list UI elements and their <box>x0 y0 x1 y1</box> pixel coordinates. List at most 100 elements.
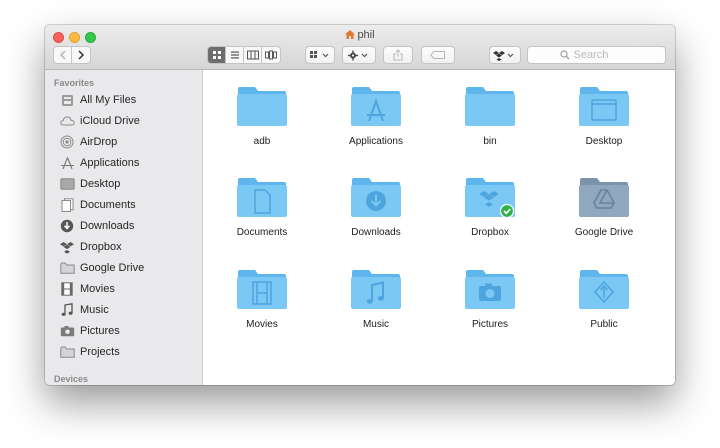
pictures-folder-icon <box>465 270 515 309</box>
file-name: Desktop <box>585 136 623 147</box>
all-files-icon <box>59 93 75 107</box>
sidebar-item-airdrop[interactable]: AirDrop <box>59 132 199 152</box>
sidebar-item-desktop[interactable]: Desktop <box>59 174 199 194</box>
sidebar-item-movies[interactable]: Movies <box>59 279 199 299</box>
sidebar-item-projects[interactable]: Projects <box>59 342 199 362</box>
dropbox-icon <box>59 240 75 254</box>
file-item[interactable]: Downloads <box>326 161 426 243</box>
cover-flow-view-button[interactable] <box>262 47 280 63</box>
dropbox-folder-icon <box>465 178 515 218</box>
pictures-icon <box>59 324 75 338</box>
cloud-icon <box>59 114 75 128</box>
sidebar-item-downloads[interactable]: Downloads <box>59 216 199 236</box>
file-item[interactable]: Desktop <box>554 70 654 152</box>
sidebar-section-devices: Devices <box>54 374 89 384</box>
dropbox-toolbar-button[interactable] <box>489 46 521 64</box>
applications-folder-icon <box>351 87 401 126</box>
file-name: bin <box>483 136 497 147</box>
search-field[interactable] <box>527 46 666 64</box>
folder-icon <box>465 87 515 126</box>
window-title: phil <box>45 29 675 41</box>
share-button[interactable] <box>383 46 413 64</box>
file-item[interactable]: Documents <box>212 161 312 243</box>
file-name: Public <box>590 319 618 330</box>
sidebar-item-label: Dropbox <box>80 241 122 253</box>
action-menu-button[interactable] <box>342 46 376 64</box>
gear-icon <box>348 50 368 60</box>
sidebar-item-label: iCloud Drive <box>80 115 140 127</box>
file-name: Documents <box>236 227 288 238</box>
google-drive-folder-icon <box>579 178 629 217</box>
edit-tags-button[interactable] <box>421 46 455 64</box>
tag-icon <box>430 51 445 59</box>
sidebar-item-applications[interactable]: Applications <box>59 153 199 173</box>
file-item[interactable]: Dropbox <box>440 161 540 243</box>
sidebar: Favorites All My Files iCloud Drive AirD… <box>45 70 203 385</box>
applications-icon <box>59 156 75 170</box>
finder-window: phil Search Favorites All My Files iClou… <box>45 25 675 385</box>
file-name: Google Drive <box>574 227 634 238</box>
file-name: Movies <box>246 319 278 330</box>
sidebar-item-label: Applications <box>80 157 140 169</box>
folder-icon <box>237 87 287 126</box>
documents-icon <box>59 198 75 212</box>
file-item[interactable]: Public <box>554 253 654 335</box>
sidebar-item-documents[interactable]: Documents <box>59 195 199 215</box>
back-button[interactable] <box>54 47 72 63</box>
list-view-button[interactable] <box>226 47 244 63</box>
downloads-folder-icon <box>351 178 401 217</box>
navigation-buttons <box>53 46 91 64</box>
search-icon <box>559 50 569 60</box>
window-title-text: phil <box>357 29 375 41</box>
column-view-icon <box>246 50 259 60</box>
chevron-right-icon <box>78 50 85 60</box>
list-view-icon <box>230 51 239 59</box>
movies-folder-icon <box>237 270 287 309</box>
sidebar-item-pictures[interactable]: Pictures <box>59 321 199 341</box>
file-name: Pictures <box>471 319 509 330</box>
icon-view-icon <box>212 51 221 59</box>
public-folder-icon <box>579 270 629 309</box>
sidebar-item-google-drive[interactable]: Google Drive <box>59 258 199 278</box>
sidebar-item-label: Desktop <box>80 178 121 190</box>
sidebar-item-icloud-drive[interactable]: iCloud Drive <box>59 111 199 131</box>
file-name: Downloads <box>351 227 401 238</box>
toolbar: phil <box>45 25 675 70</box>
sidebar-item-all-my-files[interactable]: All My Files <box>59 90 199 110</box>
sidebar-item-label: Google Drive <box>80 262 145 274</box>
sidebar-item-music[interactable]: Music <box>59 300 199 320</box>
desktop-folder-icon <box>579 87 629 126</box>
file-item[interactable]: Applications <box>326 70 426 152</box>
sidebar-item-label: Music <box>80 304 109 316</box>
file-item[interactable]: Movies <box>212 253 312 335</box>
arrange-button[interactable] <box>305 46 335 64</box>
sidebar-item-label: Downloads <box>80 220 135 232</box>
file-name: Applications <box>349 136 403 147</box>
folder-icon <box>59 345 75 359</box>
sidebar-item-label: Documents <box>80 199 136 211</box>
file-browser: adb Applications bin Desktop Documents D… <box>204 70 675 385</box>
music-folder-icon <box>351 270 401 309</box>
sidebar-item-label: Movies <box>80 283 115 295</box>
share-icon <box>393 49 403 61</box>
file-item[interactable]: adb <box>212 70 312 152</box>
sidebar-item-label: Projects <box>80 346 120 358</box>
documents-folder-icon <box>237 178 287 217</box>
file-item[interactable]: bin <box>440 70 540 152</box>
icon-view-button[interactable] <box>208 47 226 63</box>
movies-icon <box>59 282 75 296</box>
sidebar-item-label: Pictures <box>80 325 120 337</box>
sidebar-item-dropbox[interactable]: Dropbox <box>59 237 199 257</box>
cover-flow-icon <box>265 50 277 60</box>
file-name: adb <box>253 136 271 147</box>
file-item[interactable]: Music <box>326 253 426 335</box>
file-item[interactable]: Pictures <box>440 253 540 335</box>
forward-button[interactable] <box>72 47 90 63</box>
sidebar-item-label: AirDrop <box>80 136 118 148</box>
airdrop-icon <box>59 135 75 149</box>
column-view-button[interactable] <box>244 47 262 63</box>
file-name: Music <box>362 319 390 330</box>
search-input[interactable] <box>573 49 634 61</box>
file-item[interactable]: Google Drive <box>554 161 654 243</box>
dropbox-icon <box>493 50 514 61</box>
